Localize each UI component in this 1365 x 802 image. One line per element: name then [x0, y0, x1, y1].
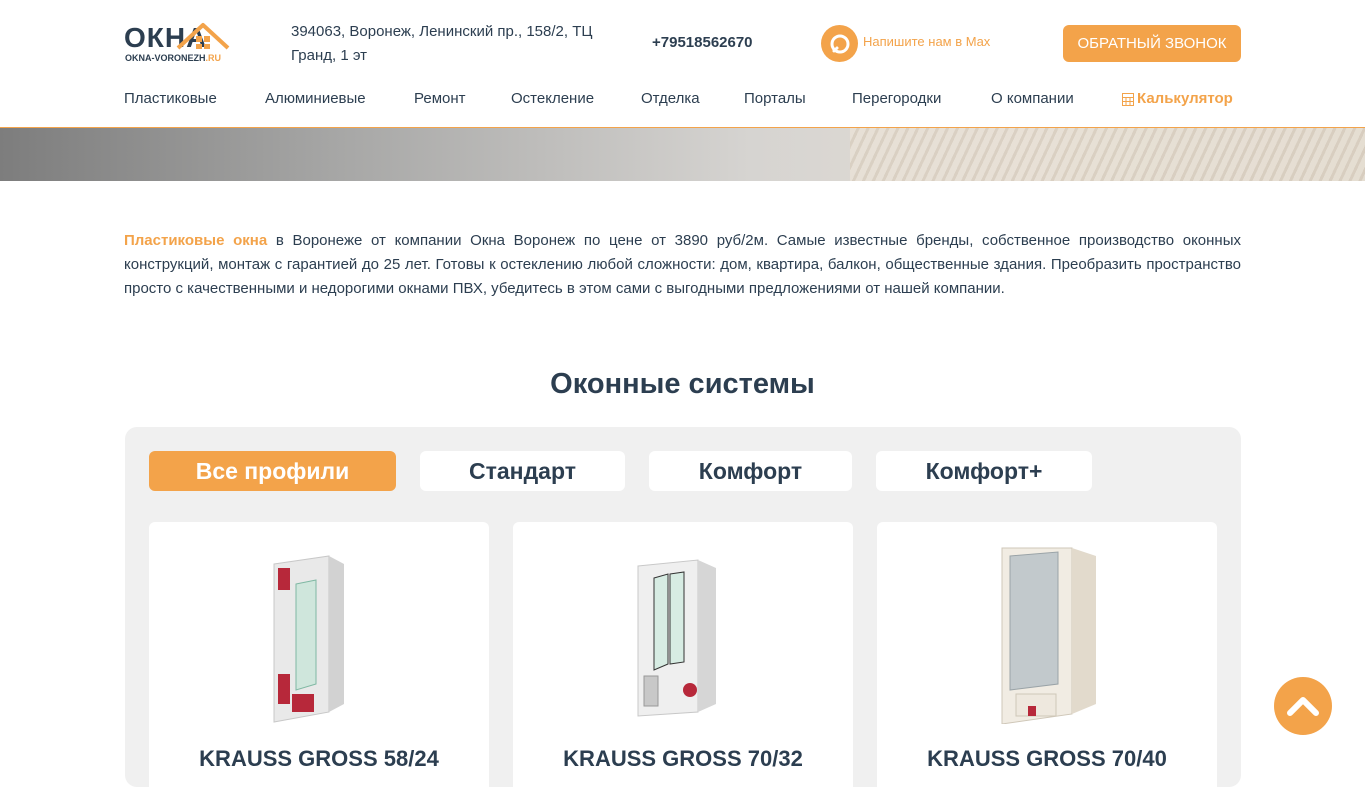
nav-item-repair[interactable]: Ремонт	[414, 88, 466, 110]
nav-item-about[interactable]: О компании	[991, 88, 1074, 110]
plastic-windows-link[interactable]: Пластиковые окна	[124, 232, 267, 249]
max-messenger-label: Напишите нам в Max	[863, 33, 991, 49]
tab-comfort[interactable]: Комфорт	[649, 451, 852, 491]
tab-all-profiles[interactable]: Все профили	[149, 451, 396, 491]
window-profile-image	[273, 555, 344, 723]
main-nav: Пластиковые Алюминиевые Ремонт Остеклени…	[124, 88, 1241, 110]
profiles-panel: Все профили Стандарт Комфорт Комфорт+ KR…	[125, 427, 1241, 802]
nav-item-glazing[interactable]: Остекление	[511, 88, 594, 110]
logo-domain: OKNA-VORONEZH.RU	[125, 53, 221, 63]
section-title: Оконные системы	[550, 368, 815, 400]
nav-item-aluminum[interactable]: Алюминиевые	[265, 88, 366, 110]
window-profile-image	[1001, 547, 1096, 724]
tab-comfort-plus[interactable]: Комфорт+	[876, 451, 1092, 491]
chevron-up-icon	[1287, 697, 1319, 716]
house-logo-icon	[176, 23, 230, 50]
address: 394063, Воронеж, Ленинский пр., 158/2, Т…	[291, 23, 593, 64]
calculator-label: Калькулятор	[1137, 90, 1233, 107]
phone-link[interactable]: +79518562670	[652, 33, 753, 53]
window-profile-image	[637, 559, 716, 717]
product-card-title: KRAUSS GROSS 70/32	[563, 746, 803, 771]
product-card[interactable]: KRAUSS GROSS 70/32	[513, 522, 853, 802]
intro-paragraph: Пластиковые окна в Воронеже от компании …	[124, 229, 1241, 301]
nav-item-portals[interactable]: Порталы	[744, 88, 806, 110]
max-messenger-link[interactable]: Напишите нам в Max	[821, 25, 990, 62]
hero-banner	[0, 128, 1365, 181]
max-messenger-icon	[821, 25, 858, 62]
calculator-icon	[1122, 92, 1134, 106]
product-card-title: KRAUSS GROSS 70/40	[927, 746, 1167, 771]
intro-text: в Воронеже от компании Окна Воронеж по ц…	[124, 232, 1241, 297]
site-header: ОКНА OKNA-VORONEZH.RU 394063, Воронеж, Л…	[0, 0, 1365, 128]
logo[interactable]: ОКНА OKNA-VORONEZH.RU	[124, 22, 234, 64]
nav-item-finishing[interactable]: Отделка	[641, 88, 700, 110]
product-card[interactable]: KRAUSS GROSS 70/40	[877, 522, 1217, 802]
nav-item-partitions[interactable]: Перегородки	[852, 88, 941, 110]
product-card[interactable]: KRAUSS GROSS 58/24	[149, 522, 489, 802]
product-card-title: KRAUSS GROSS 58/24	[199, 746, 439, 771]
scroll-to-top-button[interactable]	[1274, 677, 1332, 735]
callback-button[interactable]: ОБРАТНЫЙ ЗВОНОК	[1063, 25, 1241, 62]
tab-standard[interactable]: Стандарт	[420, 451, 625, 491]
nav-item-plastic[interactable]: Пластиковые	[124, 88, 217, 110]
nav-item-calculator[interactable]: Калькулятор	[1122, 88, 1233, 110]
hero-fabric-texture	[850, 128, 1365, 181]
